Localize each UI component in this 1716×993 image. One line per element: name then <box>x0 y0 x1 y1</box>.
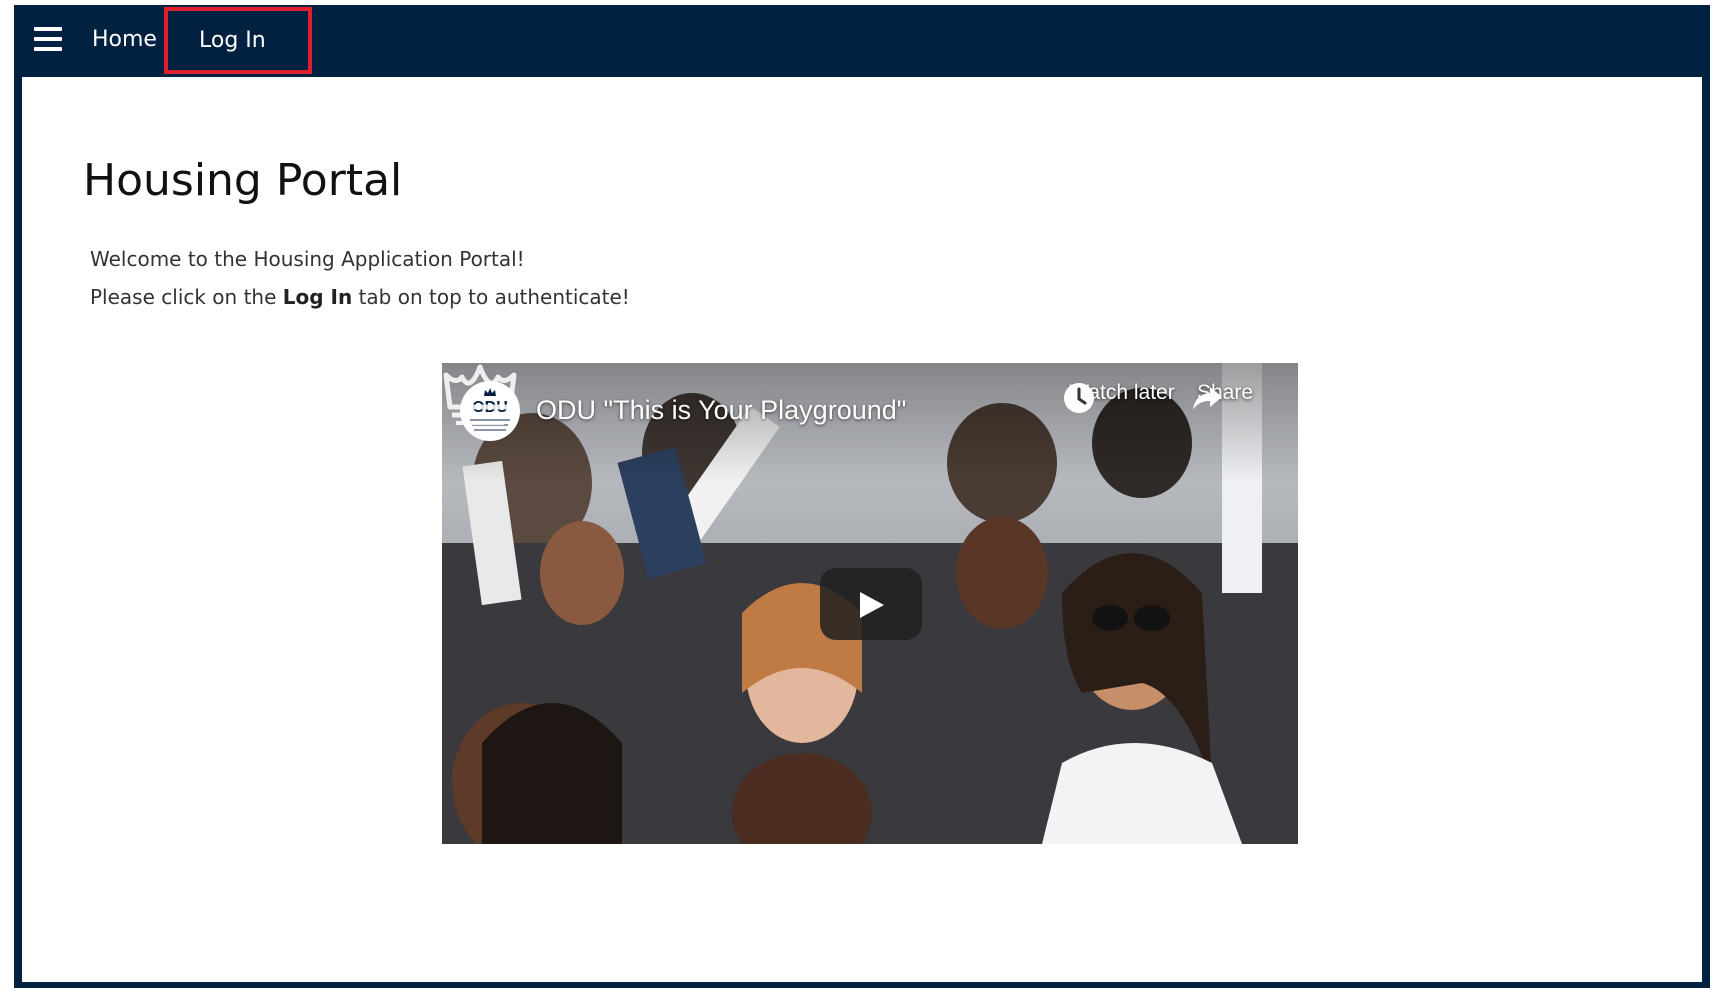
browser-frame: Home Log In Housing Portal Welcome to th… <box>14 5 1710 988</box>
watch-later-button[interactable]: Watch later <box>1062 381 1182 413</box>
main-content: Housing Portal Welcome to the Housing Ap… <box>22 77 1702 982</box>
play-icon <box>860 592 884 618</box>
clock-icon <box>1064 383 1094 413</box>
page-title: Housing Portal <box>83 155 403 206</box>
nav-login-tab[interactable]: Log In <box>164 7 312 74</box>
welcome-text: Welcome to the Housing Application Porta… <box>90 240 630 316</box>
play-button[interactable] <box>820 568 922 640</box>
share-arrow-icon <box>1193 387 1222 410</box>
youtube-video-embed[interactable]: ODU ODU "This is Your Playground" Watch … <box>442 363 1298 844</box>
hamburger-menu-icon[interactable] <box>34 27 62 51</box>
share-button[interactable]: Share <box>1190 381 1260 410</box>
nav-login-label: Log In <box>199 28 266 53</box>
instruction-line: Please click on the Log In tab on top to… <box>90 278 630 316</box>
instruction-bold: Log In <box>282 285 353 309</box>
instruction-prefix: Please click on the <box>90 285 283 309</box>
logo-subtext-line <box>474 429 506 431</box>
video-title[interactable]: ODU "This is Your Playground" <box>536 395 906 426</box>
nav-home-link[interactable]: Home <box>92 27 157 52</box>
instruction-suffix: tab on top to authenticate! <box>352 285 630 309</box>
welcome-line: Welcome to the Housing Application Porta… <box>90 247 525 271</box>
crown-watermark-icon[interactable] <box>442 363 518 429</box>
top-navbar: Home Log In <box>14 5 1710 77</box>
